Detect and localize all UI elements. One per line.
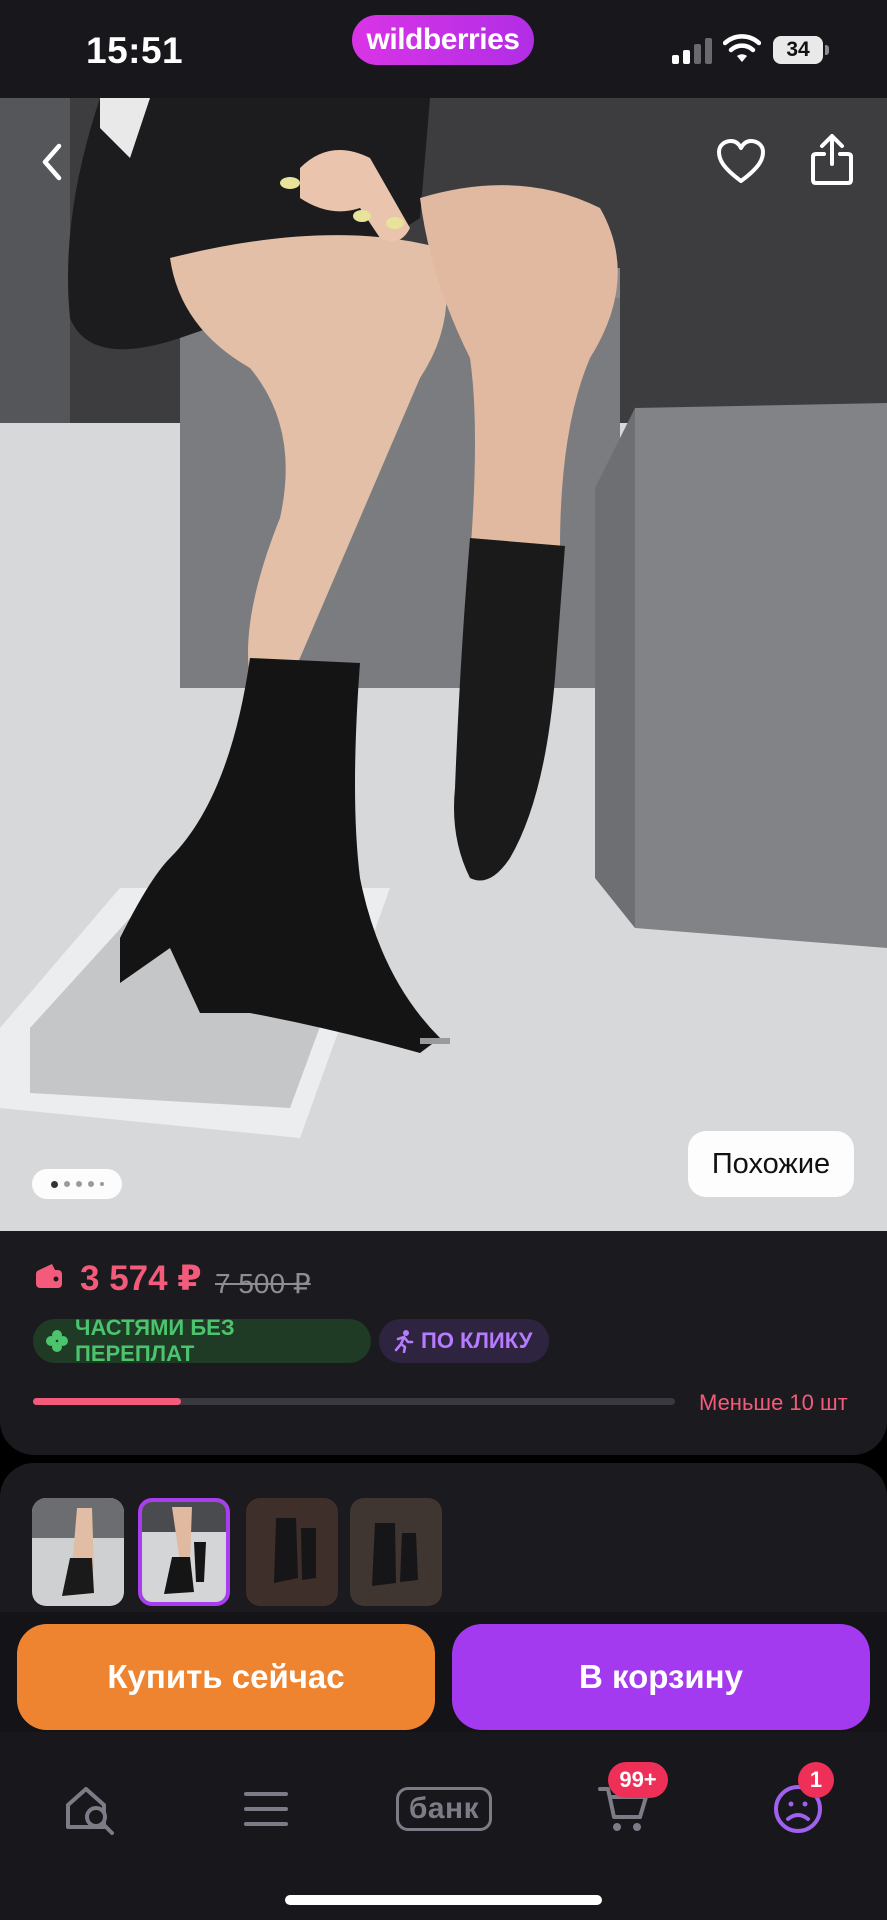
back-button[interactable] <box>20 130 84 194</box>
current-price: 3 574 ₽ <box>80 1259 202 1298</box>
chevron-left-icon <box>42 143 62 181</box>
gallery-dot <box>75 1181 82 1187</box>
gallery-dot <box>87 1181 94 1187</box>
home-indicator[interactable] <box>285 1895 602 1905</box>
stock-progress-fill <box>33 1398 181 1405</box>
thumbnail-strip <box>0 1463 887 1623</box>
installments-badge[interactable]: ЧАСТЯМИ БЕЗ ПЕРЕПЛАТ <box>33 1315 371 1366</box>
running-person-icon <box>391 1329 415 1353</box>
wallet-icon <box>36 1264 62 1288</box>
thumbnail[interactable] <box>32 1498 124 1606</box>
one-click-badge[interactable]: ПО КЛИКУ <box>379 1319 549 1363</box>
old-price: 7 500 ₽ <box>215 1268 311 1299</box>
home-search-icon <box>66 1787 114 1835</box>
bottom-tab-bar: банк 99+ 1 <box>0 1732 887 1920</box>
gallery-dot <box>99 1182 104 1186</box>
heart-icon <box>717 139 765 183</box>
battery-tip <box>825 45 829 55</box>
purchase-actions: Купить сейчас В корзину <box>0 1612 887 1732</box>
thumbnail[interactable] <box>350 1498 442 1606</box>
price-card: 3 574 ₽ 7 500 ₽ ЧАСТЯМИ БЕЗ ПЕРЕПЛАТ ПО … <box>0 1231 887 1455</box>
installments-label: ЧАСТЯМИ БЕЗ ПЕРЕПЛАТ <box>75 1315 235 1366</box>
bank-label: банк <box>395 1787 493 1831</box>
add-to-cart-button[interactable]: В корзину <box>452 1624 870 1730</box>
tab-bank[interactable]: банк <box>384 1774 504 1844</box>
one-click-label: ПО КЛИКУ <box>421 1328 533 1353</box>
thumbnail-selected[interactable] <box>138 1498 230 1606</box>
gallery-dot <box>63 1181 70 1187</box>
menu-icon <box>244 1792 288 1826</box>
gallery-dot <box>50 1180 58 1188</box>
stock-text: Меньше 10 шт <box>699 1390 848 1415</box>
buy-now-button[interactable]: Купить сейчас <box>17 1624 435 1730</box>
gallery-page-indicator <box>32 1169 122 1199</box>
similar-products-button[interactable]: Похожие <box>688 1131 854 1197</box>
status-time: 15:51 <box>86 30 184 71</box>
thumbnail[interactable] <box>246 1498 338 1606</box>
favorite-button[interactable] <box>709 130 773 194</box>
battery-indicator: 34 <box>773 36 829 64</box>
cart-count-badge: 99+ <box>608 1762 668 1798</box>
status-bar: 15:51 wildberries 34 <box>0 0 887 98</box>
clover-icon <box>45 1329 69 1353</box>
product-image <box>0 98 887 1231</box>
tab-catalog[interactable] <box>226 1774 306 1844</box>
product-photo[interactable]: Похожие <box>0 98 887 1231</box>
brand-logo[interactable]: wildberries <box>352 15 534 65</box>
share-icon <box>811 134 853 185</box>
share-button[interactable] <box>800 128 864 192</box>
stock-progress-bar <box>33 1398 675 1405</box>
battery-level: 34 <box>773 36 823 64</box>
wifi-icon <box>723 34 761 62</box>
cellular-signal-icon <box>672 38 712 64</box>
profile-notification-badge: 1 <box>798 1762 834 1798</box>
tab-home-search[interactable] <box>50 1774 130 1844</box>
